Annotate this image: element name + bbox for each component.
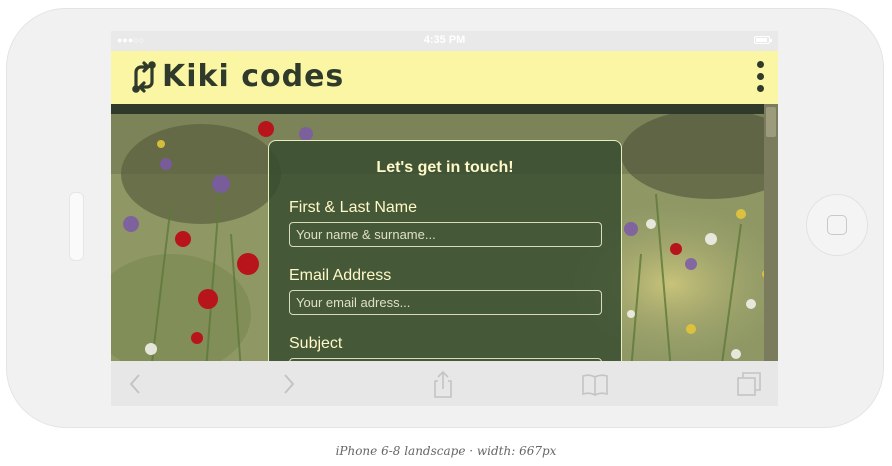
form-title: Let's get in touch!: [376, 159, 514, 176]
share-icon[interactable]: [428, 369, 458, 399]
scrollbar-thumb[interactable]: [766, 107, 776, 137]
scrollbar[interactable]: [764, 104, 778, 361]
home-button[interactable]: [806, 194, 868, 256]
name-input[interactable]: [289, 222, 602, 247]
toolbar-overlay: [111, 361, 778, 406]
contact-form-card: Let's get in touch! First & Last Name Em…: [268, 140, 622, 383]
email-label: Email Address: [289, 267, 392, 284]
phone-speaker: [69, 192, 84, 261]
home-button-icon: [827, 215, 847, 235]
battery-icon: [754, 36, 772, 44]
back-icon[interactable]: [121, 369, 151, 399]
more-vertical-icon[interactable]: [752, 61, 768, 93]
hero-top-strip: [111, 104, 778, 114]
device-caption: iPhone 6-8 landscape · width: 667px: [335, 444, 557, 458]
name-label: First & Last Name: [289, 199, 418, 216]
bookmarks-icon[interactable]: [580, 369, 610, 399]
subject-label: Subject: [289, 335, 343, 352]
forward-icon[interactable]: [273, 369, 303, 399]
sync-arrows-icon: [132, 61, 156, 93]
email-input[interactable]: [289, 290, 602, 315]
tabs-icon[interactable]: [734, 369, 764, 399]
status-time: 4:35 PM: [423, 34, 466, 46]
app-header: Kiki codes: [111, 51, 778, 104]
brand-name[interactable]: Kiki codes: [162, 59, 344, 94]
phone-screen: ●●●○○ 4:35 PM Kiki codes Let's get in to…: [111, 31, 778, 406]
status-bar: ●●●○○ 4:35 PM: [111, 31, 778, 51]
